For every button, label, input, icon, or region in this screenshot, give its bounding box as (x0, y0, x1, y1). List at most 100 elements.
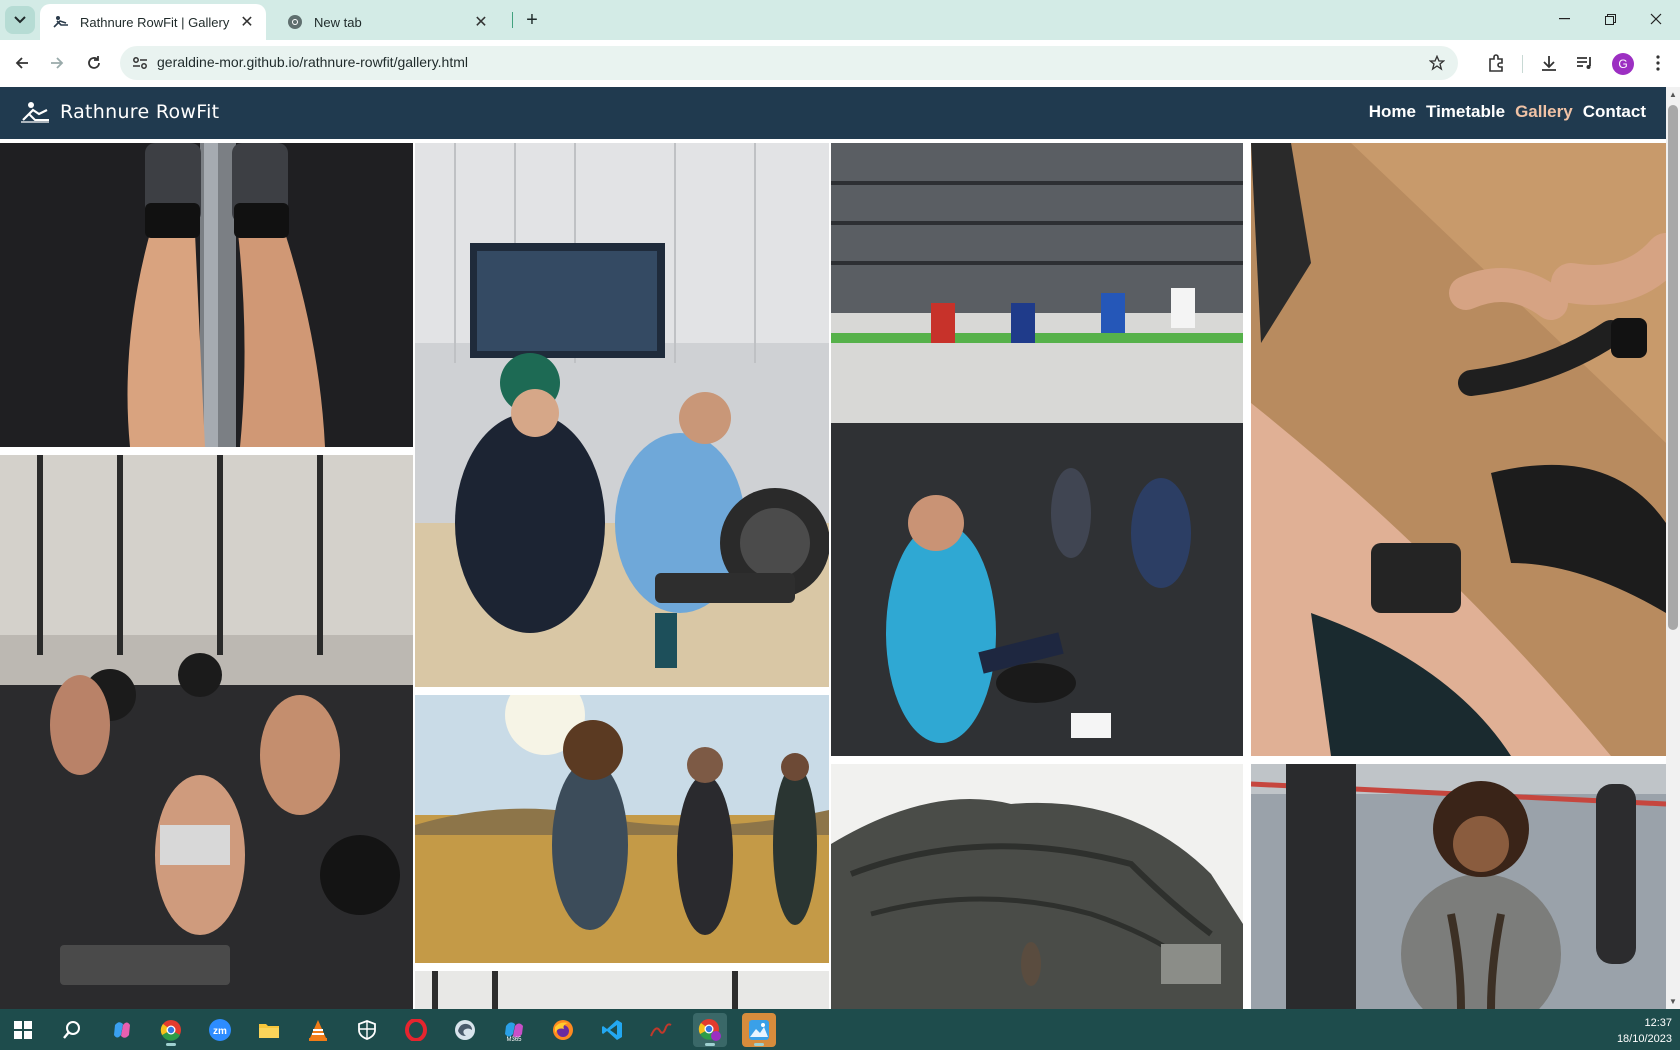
nav-gallery-link[interactable]: Gallery (1515, 102, 1573, 122)
new-tab-button[interactable]: + (519, 8, 545, 32)
photos-icon (749, 1020, 769, 1040)
url-text[interactable]: geraldine-mor.github.io/rathnure-rowfit/… (157, 54, 468, 70)
media-control-button[interactable] (1570, 48, 1600, 78)
reload-icon (88, 56, 100, 69)
gallery-image-rowing-legs (0, 143, 413, 447)
chrome-profile-icon (698, 1019, 721, 1041)
plus-icon: + (526, 8, 538, 31)
taskbar-scribble-app[interactable] (644, 1013, 678, 1047)
minimize-button[interactable] (1541, 4, 1587, 34)
scribble-icon (650, 1023, 672, 1037)
gallery-image-hikers (415, 695, 829, 963)
taskbar-search-button[interactable] (55, 1013, 89, 1047)
restore-button[interactable] (1587, 4, 1633, 34)
clock-date: 18/10/2023 (1616, 1033, 1672, 1045)
site-brand[interactable]: Rathnure RowFit (60, 101, 219, 123)
download-icon (1542, 56, 1556, 71)
site-navbar: Rathnure RowFit Home Timetable Gallery C… (0, 87, 1666, 139)
tab-title: Rathnure RowFit | Gallery (80, 14, 230, 30)
address-bar[interactable]: geraldine-mor.github.io/rathnure-rowfit/… (120, 46, 1458, 80)
tab-title: New tab (314, 14, 362, 30)
arrow-right-icon (51, 57, 64, 69)
gallery-image-stretch-class (831, 143, 1243, 756)
chevron-down-icon (14, 16, 26, 24)
taskbar-vscode[interactable] (595, 1013, 629, 1047)
menu-button[interactable] (1643, 48, 1673, 78)
tab-new-tab[interactable]: New tab ✕ (274, 4, 500, 40)
folder-icon (259, 1024, 279, 1038)
close-window-button[interactable] (1633, 4, 1679, 34)
copilot-icon (114, 1022, 130, 1038)
windows-taskbar: zm M365 12:37 18/10/2023 (0, 1009, 1680, 1050)
close-icon (1650, 13, 1662, 25)
close-icon[interactable]: ✕ (238, 13, 256, 31)
gallery-image-crossfit-class (0, 455, 413, 1009)
chrome-icon (160, 1020, 181, 1041)
page-scrollbar[interactable]: ▲ ▼ (1666, 87, 1680, 1009)
taskbar-edge-alt[interactable] (448, 1013, 482, 1047)
taskbar-security[interactable] (350, 1013, 384, 1047)
puzzle-icon (1489, 54, 1503, 72)
rower-logo-icon[interactable] (19, 100, 51, 124)
chrome-favicon-icon (286, 13, 304, 31)
reload-button[interactable] (79, 48, 109, 78)
profile-avatar[interactable]: G (1612, 53, 1634, 75)
playlist-icon (1577, 57, 1591, 69)
search-icon (63, 1021, 80, 1039)
kebab-menu-icon (1656, 55, 1660, 71)
forward-button[interactable] (42, 48, 72, 78)
tab-search-button[interactable] (5, 6, 35, 34)
gallery-image-rock-climb (831, 764, 1243, 1009)
svg-text:zm: zm (213, 1026, 227, 1037)
start-button[interactable] (6, 1013, 40, 1047)
taskbar-copilot[interactable] (105, 1013, 139, 1047)
vlc-icon (309, 1020, 327, 1041)
tab-strip: Rathnure RowFit | Gallery ✕ New tab ✕ + (0, 0, 1680, 40)
browser-toolbar: geraldine-mor.github.io/rathnure-rowfit/… (0, 40, 1680, 87)
gallery-image-battle-ropes (1251, 764, 1666, 1009)
svg-text:M365: M365 (506, 1037, 522, 1042)
tab-gallery[interactable]: Rathnure RowFit | Gallery ✕ (40, 4, 266, 40)
scroll-up-arrow-icon[interactable]: ▲ (1669, 90, 1677, 99)
extensions-button[interactable] (1481, 48, 1511, 78)
taskbar-file-explorer[interactable] (252, 1013, 286, 1047)
scroll-down-arrow-icon[interactable]: ▼ (1669, 997, 1677, 1006)
taskbar-zoom[interactable]: zm (203, 1013, 237, 1047)
taskbar-chrome-profile[interactable] (693, 1013, 727, 1047)
nav-contact-link[interactable]: Contact (1583, 102, 1646, 122)
taskbar-firefox[interactable] (546, 1013, 580, 1047)
downloads-button[interactable] (1534, 48, 1564, 78)
nav-timetable-link[interactable]: Timetable (1426, 102, 1505, 122)
swirl-browser-icon (455, 1020, 475, 1040)
scrollbar-thumb[interactable] (1668, 105, 1678, 630)
close-icon[interactable]: ✕ (472, 13, 490, 31)
opera-icon (405, 1019, 427, 1041)
zoom-icon: zm (209, 1019, 231, 1041)
system-clock[interactable]: 12:37 18/10/2023 (1617, 1015, 1672, 1047)
m365-icon: M365 (505, 1022, 523, 1042)
toolbar-separator (1522, 55, 1523, 73)
shield-icon (358, 1020, 376, 1040)
restore-icon (1604, 13, 1616, 25)
taskbar-vlc[interactable] (301, 1013, 335, 1047)
clock-time: 12:37 (1644, 1017, 1672, 1029)
page-viewport: Rathnure RowFit Home Timetable Gallery C… (0, 87, 1666, 1009)
minimize-icon (1558, 18, 1570, 20)
site-info-icon[interactable] (130, 53, 150, 73)
rower-favicon-icon (52, 13, 70, 31)
gallery-image-rowing-competition (415, 143, 829, 687)
taskbar-m365[interactable]: M365 (497, 1013, 531, 1047)
nav-home-link[interactable]: Home (1369, 102, 1416, 122)
taskbar-chrome[interactable] (154, 1013, 188, 1047)
windows-start-icon (14, 1021, 32, 1039)
gallery-image-gym-interior (415, 971, 829, 1009)
gallery-image-rowing-handle (1251, 143, 1666, 756)
taskbar-opera[interactable] (399, 1013, 433, 1047)
taskbar-photos[interactable] (742, 1013, 776, 1047)
firefox-icon (553, 1020, 573, 1040)
bookmark-star-icon[interactable] (1426, 52, 1448, 74)
back-button[interactable] (7, 48, 37, 78)
arrow-left-icon (15, 57, 28, 69)
tab-separator (512, 12, 513, 28)
vscode-icon (602, 1020, 622, 1040)
